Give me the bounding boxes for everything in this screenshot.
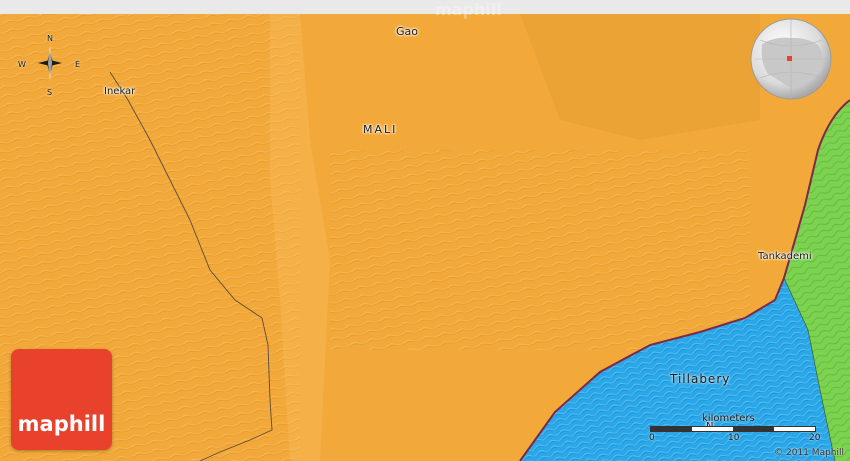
compass: N S E W	[16, 34, 82, 97]
copyright: © 2011 Maphill	[774, 448, 844, 458]
scale-tick-20: 20	[809, 433, 821, 443]
scale-unit: kilometers	[702, 413, 755, 424]
compass-south: S	[47, 88, 53, 97]
region-tillabery[interactable]: Tillabery	[670, 372, 730, 386]
scale-bar: kilometers 0 10 20	[649, 413, 821, 445]
scale-tick-10: 10	[728, 433, 740, 443]
compass-west: W	[18, 60, 26, 69]
place-tankademi[interactable]: Tankademi	[758, 251, 812, 262]
place-inekar[interactable]: Inekar	[104, 86, 135, 97]
scale-tick-0: 0	[649, 433, 655, 443]
scale-segment	[651, 427, 692, 431]
locator-globe	[750, 18, 832, 100]
compass-east: E	[75, 60, 81, 69]
scale-segment	[733, 427, 774, 431]
compass-north: N	[47, 34, 53, 43]
watermark: maphill	[435, 0, 502, 19]
brand-label: maphill	[17, 412, 106, 436]
top-strip	[0, 0, 850, 14]
country-mali[interactable]: MALI	[363, 123, 397, 136]
maphill-logo[interactable]: maphill	[11, 349, 112, 450]
relief-map[interactable]	[0, 0, 850, 461]
place-gao[interactable]: Gao	[396, 25, 418, 38]
dune-texture-east	[330, 150, 750, 350]
